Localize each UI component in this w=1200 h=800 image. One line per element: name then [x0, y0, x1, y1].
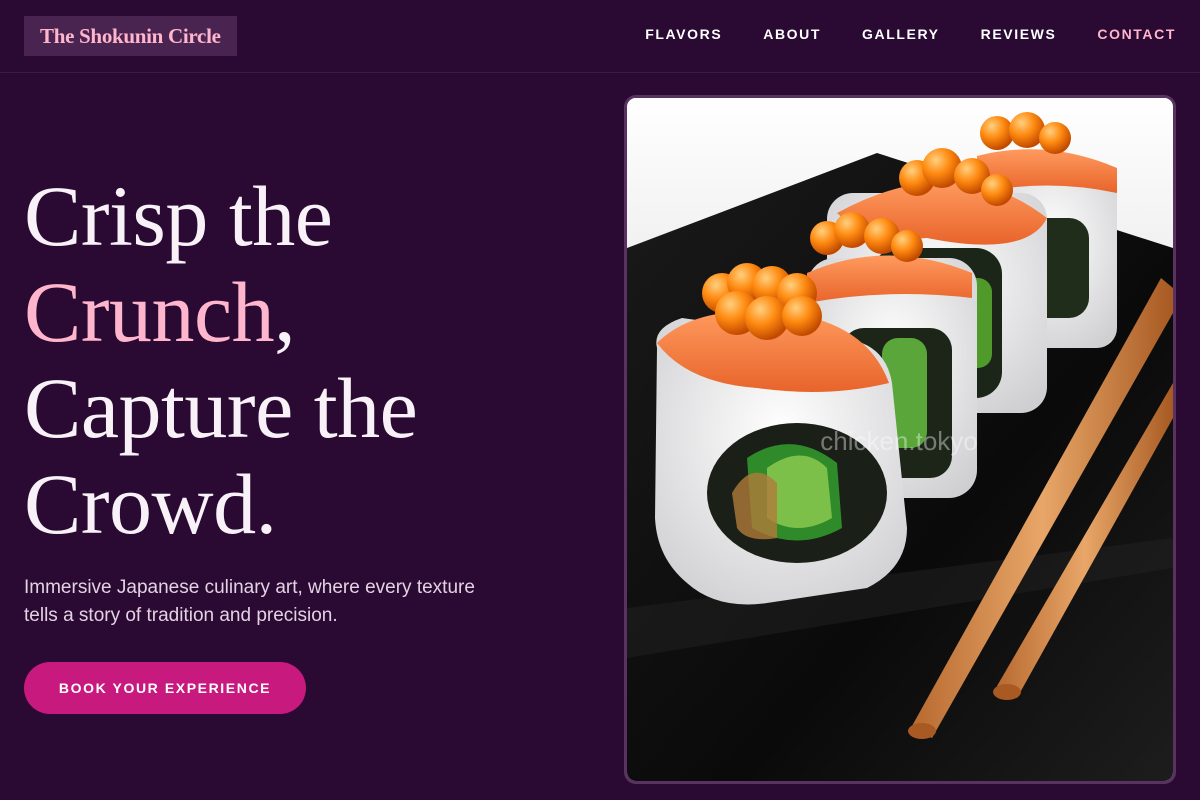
headline-comma: ,	[274, 264, 296, 360]
hero-headline: Crisp the Crunch, Capture the Crowd.	[24, 168, 584, 552]
main-nav: FLAVORS ABOUT GALLERY REVIEWS CONTACT	[645, 24, 1176, 44]
headline-line-4: Crowd.	[24, 456, 277, 552]
book-experience-button[interactable]: BOOK YOUR EXPERIENCE	[24, 662, 306, 714]
nav-link-reviews[interactable]: REVIEWS	[981, 24, 1057, 44]
photo-watermark: chicken.tokyo	[820, 426, 978, 456]
nav-link-contact[interactable]: CONTACT	[1097, 24, 1176, 44]
nav-link-flavors[interactable]: FLAVORS	[645, 24, 722, 44]
hero-subtext: Immersive Japanese culinary art, where e…	[24, 577, 475, 626]
brand-logo[interactable]: The Shokunin Circle	[24, 16, 237, 56]
nav-link-about[interactable]: ABOUT	[763, 24, 821, 44]
site-header: The Shokunin Circle FLAVORS ABOUT GALLER…	[0, 0, 1200, 73]
hero-sushi-photo: chicken.tokyo	[624, 95, 1176, 784]
nav-link-gallery[interactable]: GALLERY	[862, 24, 940, 44]
headline-line-2: Crunch,	[24, 264, 584, 360]
headline-line-3: Capture the	[24, 360, 418, 456]
headline-highlight: Crunch	[24, 264, 275, 360]
headline-line-1: Crisp the	[24, 168, 333, 264]
sushi-photo-icon: chicken.tokyo	[627, 98, 1173, 781]
